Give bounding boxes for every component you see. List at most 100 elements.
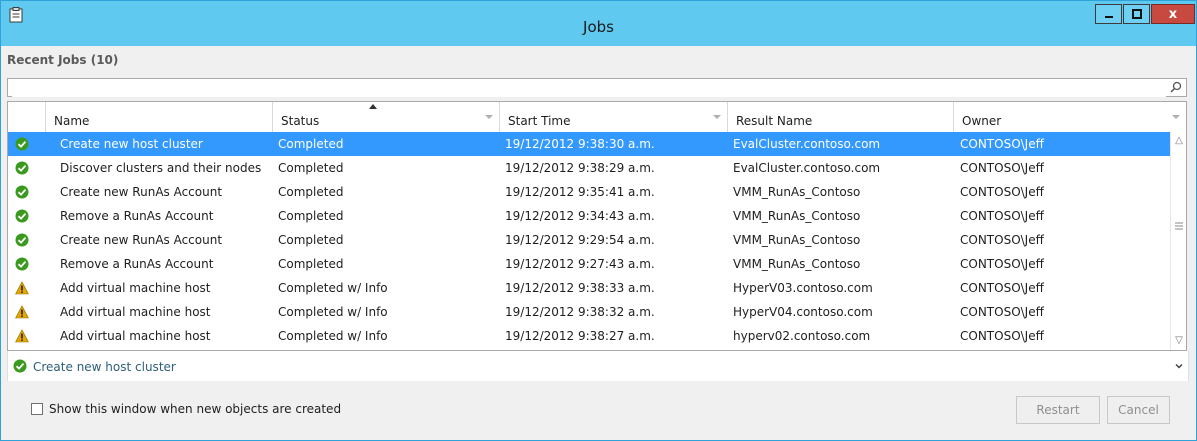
- header-name[interactable]: Name: [46, 102, 273, 132]
- sort-ascending-icon: [369, 104, 377, 109]
- table-row[interactable]: Create new host cluster Completed 19/12/20…: [8, 132, 1170, 156]
- cell-name: Remove a RunAs Account: [60, 257, 214, 271]
- header-result-name[interactable]: Result Name: [728, 102, 954, 132]
- table-row[interactable]: Create new RunAs Account Completed 19/12/2…: [8, 180, 1170, 204]
- selected-job-label: Create new host cluster: [33, 360, 176, 374]
- cell-name: Add virtual machine host: [60, 305, 211, 319]
- cell-status: Completed: [278, 209, 344, 223]
- warning-icon: [15, 329, 29, 343]
- show-window-label[interactable]: Show this window when new objects are cr…: [49, 402, 341, 416]
- cell-start-time: 19/12/2012 9:38:32 a.m.: [505, 305, 655, 319]
- cell-owner: CONTOSO\Jeff: [960, 209, 1044, 223]
- cell-name: Add virtual machine host: [60, 281, 211, 295]
- table-row[interactable]: Remove a RunAs Account Completed 19/12/201…: [8, 204, 1170, 228]
- table-header: Name Status Start Time Result Name Owner: [8, 102, 1186, 133]
- cell-name: Add virtual machine host: [60, 329, 211, 343]
- header-start-time[interactable]: Start Time: [500, 102, 728, 132]
- cell-owner: CONTOSO\Jeff: [960, 281, 1044, 295]
- header-owner[interactable]: Owner: [954, 102, 1186, 132]
- cell-owner: CONTOSO\Jeff: [960, 185, 1044, 199]
- close-button[interactable]: x: [1151, 4, 1195, 24]
- cell-start-time: 19/12/2012 9:38:29 a.m.: [505, 161, 655, 175]
- warning-icon: [15, 281, 29, 295]
- success-check-icon: [15, 137, 29, 151]
- success-check-icon: [13, 359, 27, 373]
- table-row[interactable]: Add virtual machine host Completed w/ Inf…: [8, 276, 1170, 300]
- cancel-button[interactable]: Cancel: [1107, 396, 1170, 424]
- window-title: Jobs: [583, 18, 614, 36]
- cell-owner: CONTOSO\Jeff: [960, 233, 1044, 247]
- cell-result-name: VMM_RunAs_Contoso: [733, 209, 861, 223]
- footer: Show this window when new objects are cr…: [1, 386, 1196, 439]
- cell-result-name: HyperV03.contoso.com: [733, 281, 873, 295]
- table-row[interactable]: Add virtual machine host Completed w/ Inf…: [8, 324, 1170, 348]
- table-row[interactable]: Remove a RunAs Account Completed 19/12/201…: [8, 252, 1170, 276]
- vertical-scrollbar[interactable]: △ ▽: [1170, 132, 1186, 350]
- cell-start-time: 19/12/2012 9:35:41 a.m.: [505, 185, 655, 199]
- cell-result-name: VMM_RunAs_Contoso: [733, 233, 861, 247]
- filter-field[interactable]: [7, 78, 1187, 97]
- cell-name: Create new RunAs Account: [60, 185, 223, 199]
- cell-owner: CONTOSO\Jeff: [960, 137, 1044, 151]
- success-check-icon: [15, 161, 29, 175]
- minimize-icon: [1104, 16, 1113, 18]
- cell-name: Create new host cluster: [60, 137, 203, 151]
- cell-status: Completed: [278, 137, 344, 151]
- cell-name: Create new RunAs Account: [60, 233, 223, 247]
- cell-start-time: 19/12/2012 9:29:54 a.m.: [505, 233, 655, 247]
- show-window-checkbox[interactable]: [31, 403, 43, 415]
- warning-icon: [15, 305, 29, 319]
- success-check-icon: [15, 185, 29, 199]
- cell-name: Remove a RunAs Account: [60, 209, 214, 223]
- scroll-down-icon[interactable]: ▽: [1174, 336, 1184, 346]
- cell-status: Completed: [278, 161, 344, 175]
- chevron-down-icon[interactable]: [1174, 361, 1184, 371]
- cell-result-name: hyperv02.contoso.com: [733, 329, 871, 343]
- cell-owner: CONTOSO\Jeff: [960, 257, 1044, 271]
- cell-owner: CONTOSO\Jeff: [960, 161, 1044, 175]
- cell-result-name: HyperV04.contoso.com: [733, 305, 873, 319]
- cell-name: Discover clusters and their nodes: [60, 161, 262, 175]
- maximize-button[interactable]: [1123, 4, 1150, 24]
- cell-status: Completed: [278, 185, 344, 199]
- scroll-up-icon[interactable]: △: [1174, 136, 1184, 146]
- minimize-button[interactable]: [1095, 4, 1122, 24]
- recent-jobs-heading: Recent Jobs (10): [7, 53, 119, 67]
- success-check-icon: [15, 233, 29, 247]
- cell-start-time: 19/12/2012 9:38:30 a.m.: [505, 137, 655, 151]
- header-icon-column[interactable]: [8, 102, 46, 132]
- table-row[interactable]: Create new RunAs Account Completed 19/12/2…: [8, 228, 1170, 252]
- cell-owner: CONTOSO\Jeff: [960, 329, 1044, 343]
- jobs-table: Name Status Start Time Result Name Owner…: [7, 101, 1187, 351]
- close-icon: x: [1168, 6, 1178, 22]
- jobs-window: Jobs x Recent Jobs (10) Name Status Star…: [0, 0, 1197, 441]
- maximize-icon: [1131, 9, 1142, 19]
- filter-dropdown-icon[interactable]: [1172, 115, 1180, 119]
- cell-result-name: VMM_RunAs_Contoso: [733, 185, 861, 199]
- cell-status: Completed w/ Info: [278, 281, 388, 295]
- cell-start-time: 19/12/2012 9:34:43 a.m.: [505, 209, 655, 223]
- jobs-panel: Recent Jobs (10) Name Status Start Time: [1, 46, 1196, 439]
- cell-owner: CONTOSO\Jeff: [960, 305, 1044, 319]
- scroll-grip-icon[interactable]: [1175, 222, 1183, 230]
- header-status[interactable]: Status: [273, 102, 500, 132]
- search-icon[interactable]: [1170, 81, 1182, 93]
- filter-dropdown-icon[interactable]: [713, 115, 721, 119]
- cell-result-name: VMM_RunAs_Contoso: [733, 257, 861, 271]
- table-row[interactable]: Discover clusters and their nodes Complet…: [8, 156, 1170, 180]
- cell-result-name: EvalCluster.contoso.com: [733, 161, 881, 175]
- cell-status: Completed w/ Info: [278, 329, 388, 343]
- cell-start-time: 19/12/2012 9:27:43 a.m.: [505, 257, 655, 271]
- title-bar[interactable]: Jobs x: [1, 1, 1196, 46]
- cell-status: Completed: [278, 257, 344, 271]
- cell-start-time: 19/12/2012 9:38:33 a.m.: [505, 281, 655, 295]
- filter-dropdown-icon[interactable]: [485, 115, 493, 119]
- success-check-icon: [15, 257, 29, 271]
- success-check-icon: [15, 209, 29, 223]
- table-row[interactable]: Add virtual machine host Completed w/ Inf…: [8, 300, 1170, 324]
- search-input[interactable]: [12, 80, 1166, 97]
- restart-button[interactable]: Restart: [1016, 396, 1100, 424]
- cell-status: Completed: [278, 233, 344, 247]
- cell-start-time: 19/12/2012 9:38:27 a.m.: [505, 329, 655, 343]
- job-details-bar[interactable]: Create new host cluster: [7, 351, 1189, 381]
